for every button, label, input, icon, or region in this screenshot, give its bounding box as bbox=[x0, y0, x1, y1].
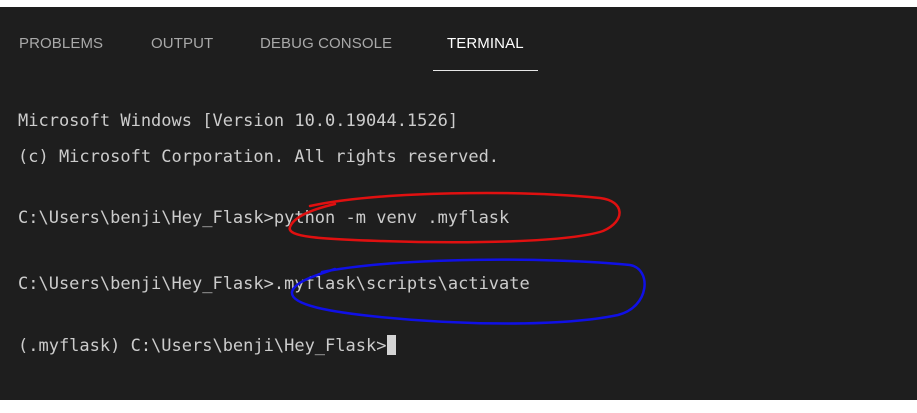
terminal-prompt-text: (.myflask) C:\Users\benji\Hey_Flask> bbox=[18, 336, 387, 356]
terminal-prompt: (.myflask) C:\Users\benji\Hey_Flask> bbox=[18, 335, 397, 356]
terminal-output[interactable]: Microsoft Windows [Version 10.0.19044.15… bbox=[0, 7, 917, 400]
terminal-panel[interactable]: PROBLEMS OUTPUT DEBUG CONSOLE TERMINAL M… bbox=[0, 7, 917, 400]
terminal-cursor bbox=[387, 335, 397, 355]
terminal-line-venv-command: C:\Users\benji\Hey_Flask>python -m venv … bbox=[18, 208, 510, 228]
terminal-line-copyright: (c) Microsoft Corporation. All rights re… bbox=[18, 147, 500, 167]
terminal-line-version: Microsoft Windows [Version 10.0.19044.15… bbox=[18, 111, 459, 131]
terminal-line-activate-command: C:\Users\benji\Hey_Flask>.myflask\script… bbox=[18, 274, 530, 294]
